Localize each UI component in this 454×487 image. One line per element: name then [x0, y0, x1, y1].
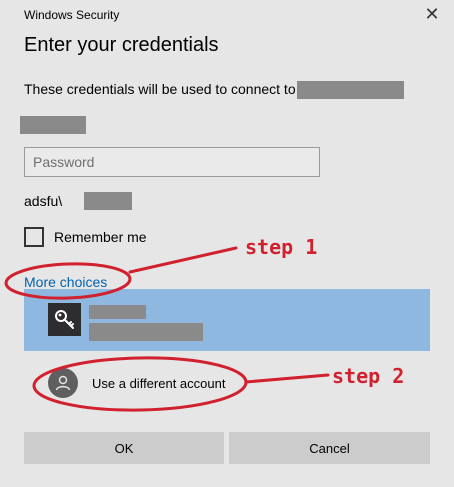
dialog-description: These credentials will be used to connec… — [24, 81, 296, 97]
person-icon — [48, 368, 78, 398]
remember-me-label: Remember me — [54, 229, 147, 245]
remember-me-checkbox[interactable]: Remember me — [24, 227, 147, 247]
stored-credential-item[interactable] — [24, 289, 430, 351]
step2-arrow — [244, 373, 330, 384]
use-different-account-label: Use a different account — [92, 375, 226, 391]
close-icon[interactable]: ✕ — [422, 4, 442, 24]
key-icon — [48, 303, 81, 336]
password-field[interactable] — [24, 147, 320, 177]
step1-arrow — [128, 246, 238, 274]
redacted-server-name — [297, 81, 404, 99]
step2-annotation: step 2 — [332, 364, 405, 388]
use-different-account-item[interactable]: Use a different account — [48, 368, 225, 398]
credentials-dialog: Windows Security ✕ Enter your credential… — [0, 0, 454, 487]
more-choices-link[interactable]: More choices — [24, 274, 107, 290]
redacted-account-name — [89, 305, 146, 319]
dialog-heading: Enter your credentials — [24, 34, 219, 56]
window-title: Windows Security — [24, 8, 120, 22]
redacted-account-detail — [89, 323, 203, 341]
checkbox-box[interactable] — [24, 227, 44, 247]
cancel-button[interactable]: Cancel — [229, 432, 430, 464]
redacted-username — [84, 192, 132, 210]
ok-button[interactable]: OK — [24, 432, 224, 464]
username-domain: adsfu\ — [24, 193, 63, 209]
redacted-server-name-line2 — [20, 116, 86, 134]
step1-annotation: step 1 — [245, 235, 318, 259]
